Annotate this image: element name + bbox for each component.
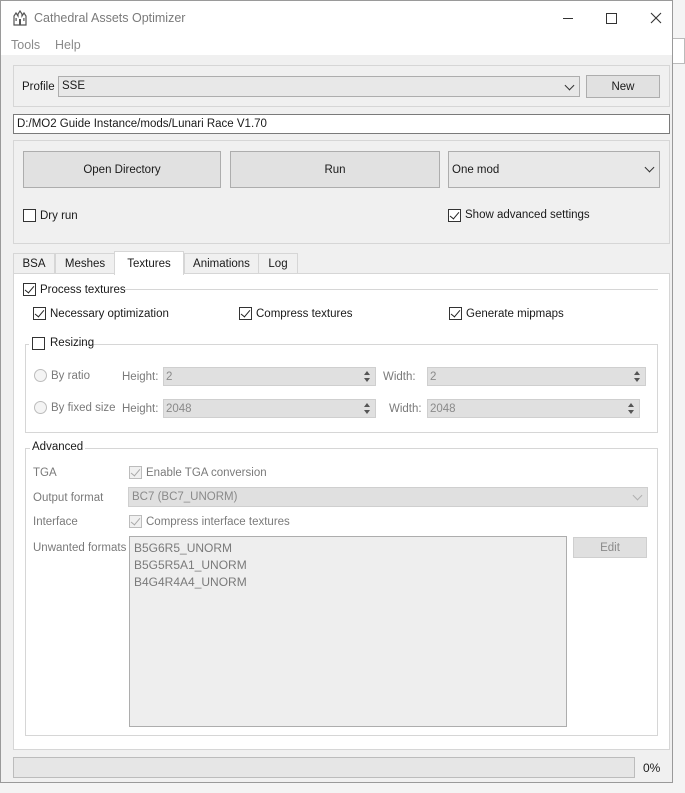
- process-textures-label: Process textures: [40, 284, 126, 296]
- spin-down-icon[interactable]: [628, 410, 634, 414]
- run-label: Run: [324, 163, 346, 176]
- title-bar[interactable]: Cathedral Assets Optimizer: [1, 1, 672, 35]
- fixed-height-label: Height:: [122, 403, 159, 415]
- tab-textures[interactable]: Textures: [114, 251, 184, 275]
- window-title: Cathedral Assets Optimizer: [34, 11, 186, 25]
- tab-log-label: Log: [268, 258, 288, 270]
- spin-down-icon[interactable]: [634, 378, 640, 382]
- chevron-down-icon: [632, 490, 643, 501]
- output-format-select[interactable]: BC7 (BC7_UNORM): [128, 487, 648, 507]
- compress-textures-label: Compress textures: [256, 308, 353, 320]
- dry-run-label: Dry run: [40, 210, 78, 222]
- necessary-optimization-label: Necessary optimization: [50, 308, 169, 320]
- ratio-width-spinbox[interactable]: 2: [427, 367, 646, 386]
- tab-log[interactable]: Log: [258, 253, 298, 274]
- output-format-label: Output format: [33, 492, 104, 504]
- tga-conversion-checkbox[interactable]: [129, 466, 142, 479]
- by-fixed-size-label: By fixed size: [51, 402, 116, 414]
- tab-meshes-label: Meshes: [64, 258, 106, 270]
- show-advanced-label: Show advanced settings: [465, 209, 590, 221]
- resizing-legend: Resizing: [29, 336, 94, 352]
- fixed-width-label: Width:: [389, 403, 422, 415]
- ratio-width-value: 2: [430, 371, 437, 383]
- unwanted-formats-list[interactable]: B5G6R5_UNORM B5G5R5A1_UNORM B4G4R4A4_UNO…: [129, 536, 567, 727]
- process-textures-checkbox[interactable]: [23, 283, 36, 296]
- run-button[interactable]: Run: [230, 151, 440, 188]
- resizing-checkbox[interactable]: [32, 337, 45, 350]
- progress-bar: [13, 757, 635, 778]
- spin-down-icon[interactable]: [364, 410, 370, 414]
- list-item[interactable]: B4G4R4A4_UNORM: [134, 575, 247, 589]
- fixed-height-spinbox[interactable]: 2048: [163, 399, 376, 418]
- by-ratio-radio[interactable]: [34, 369, 47, 382]
- profile-select[interactable]: SSE: [58, 76, 580, 97]
- menu-bar: Tools Help: [1, 35, 672, 55]
- unwanted-formats-label: Unwanted formats: [33, 542, 127, 554]
- edit-button[interactable]: Edit: [573, 537, 647, 558]
- chevron-down-icon: [644, 162, 655, 173]
- compress-textures-checkbox[interactable]: [239, 307, 252, 320]
- chevron-down-icon: [564, 80, 575, 91]
- tab-textures-label: Textures: [127, 258, 171, 270]
- fixed-width-spinbox[interactable]: 2048: [427, 399, 640, 418]
- compress-interface-checkbox[interactable]: [129, 515, 142, 528]
- advanced-legend: Advanced: [30, 441, 86, 453]
- resizing-label: Resizing: [50, 337, 95, 349]
- generate-mipmaps-checkbox[interactable]: [449, 307, 462, 320]
- main-window: Cathedral Assets Optimizer Tools Help Pr…: [0, 0, 673, 783]
- resizing-group: [25, 344, 658, 433]
- new-button-label: New: [611, 80, 635, 93]
- ratio-height-spinbox[interactable]: 2: [163, 367, 376, 386]
- spin-down-icon[interactable]: [364, 378, 370, 382]
- menu-tools[interactable]: Tools: [11, 38, 40, 52]
- tab-bsa-label: BSA: [22, 258, 46, 270]
- background-window-bottom: [0, 782, 685, 793]
- mode-value: One mod: [452, 164, 500, 176]
- path-value: D:/MO2 Guide Instance/mods/Lunari Race V…: [17, 118, 267, 130]
- mode-select[interactable]: One mod: [448, 151, 660, 188]
- minimize-icon[interactable]: [545, 1, 591, 35]
- tab-animations[interactable]: Animations: [184, 253, 259, 274]
- fixed-width-value: 2048: [430, 403, 456, 415]
- divider: [125, 289, 658, 290]
- show-advanced-checkbox[interactable]: [448, 209, 461, 222]
- dry-run-checkbox[interactable]: [23, 209, 36, 222]
- tab-animations-label: Animations: [193, 258, 250, 270]
- ratio-height-label: Height:: [122, 371, 159, 383]
- open-directory-label: Open Directory: [83, 163, 161, 176]
- tga-conversion-label: Enable TGA conversion: [146, 467, 267, 479]
- path-input[interactable]: D:/MO2 Guide Instance/mods/Lunari Race V…: [13, 114, 670, 134]
- interface-label: Interface: [33, 516, 78, 528]
- tab-meshes[interactable]: Meshes: [55, 253, 115, 274]
- list-item[interactable]: B5G6R5_UNORM: [134, 541, 232, 555]
- profile-label: Profile: [22, 81, 55, 93]
- background-window: [672, 0, 685, 793]
- spin-up-icon[interactable]: [364, 403, 370, 407]
- by-ratio-label: By ratio: [51, 370, 90, 382]
- generate-mipmaps-label: Generate mipmaps: [466, 308, 564, 320]
- cathedral-icon: [13, 10, 27, 26]
- spin-up-icon[interactable]: [634, 371, 640, 375]
- profile-value: SSE: [62, 80, 86, 92]
- open-directory-button[interactable]: Open Directory: [23, 151, 221, 188]
- new-profile-button[interactable]: New: [586, 75, 660, 98]
- spin-up-icon[interactable]: [364, 371, 370, 375]
- output-format-value: BC7 (BC7_UNORM): [132, 491, 238, 503]
- progress-percent: 0%: [643, 761, 661, 775]
- tga-label: TGA: [33, 467, 57, 479]
- maximize-icon[interactable]: [588, 1, 634, 35]
- edit-button-label: Edit: [600, 541, 620, 554]
- spin-up-icon[interactable]: [628, 403, 634, 407]
- by-fixed-size-radio[interactable]: [34, 401, 47, 414]
- compress-interface-label: Compress interface textures: [146, 516, 290, 528]
- close-icon[interactable]: [633, 1, 679, 35]
- tab-bsa[interactable]: BSA: [13, 253, 55, 274]
- list-item[interactable]: B5G5R5A1_UNORM: [134, 558, 247, 572]
- ratio-width-label: Width:: [383, 371, 416, 383]
- fixed-height-value: 2048: [166, 403, 192, 415]
- menu-help[interactable]: Help: [55, 38, 81, 52]
- ratio-height-value: 2: [166, 371, 173, 383]
- necessary-optimization-checkbox[interactable]: [33, 307, 46, 320]
